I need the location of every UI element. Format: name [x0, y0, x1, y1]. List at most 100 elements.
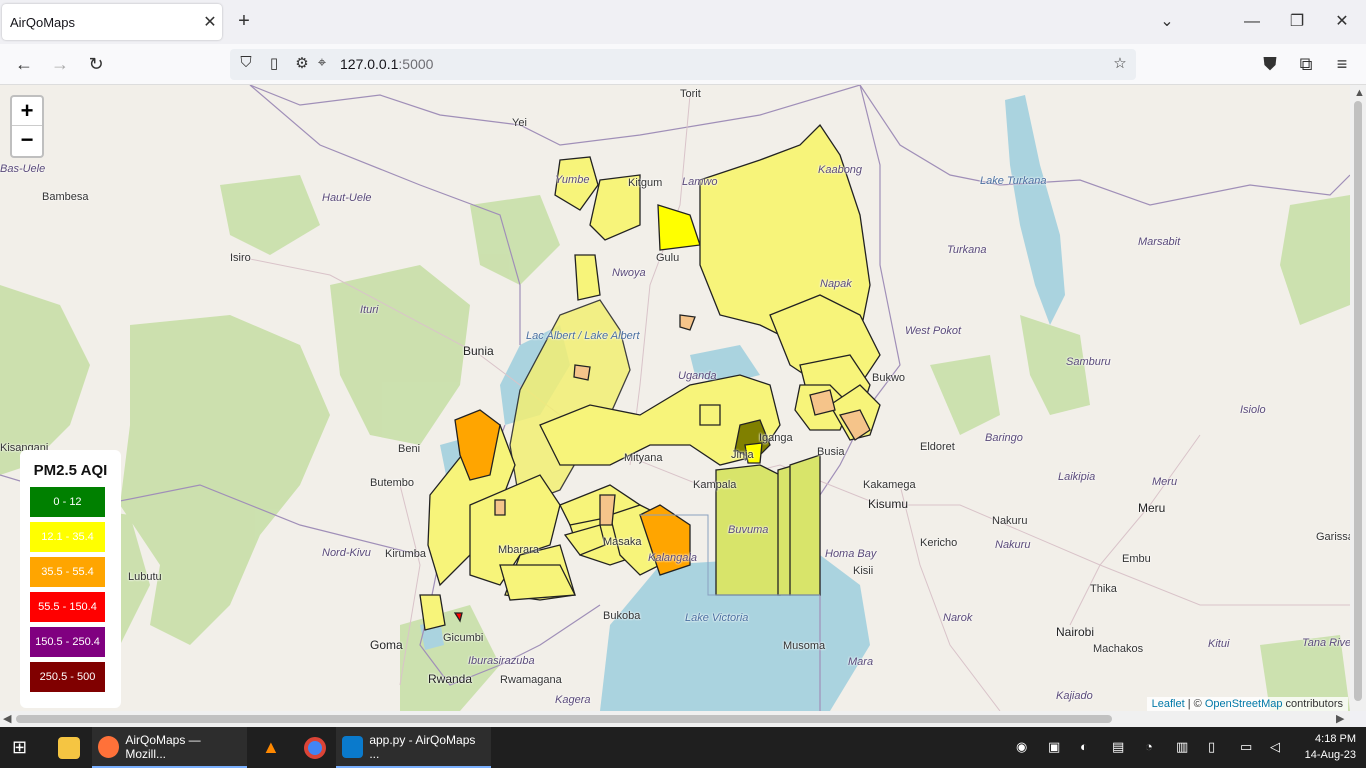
wifi-icon[interactable]: ◔ — [1145, 739, 1153, 754]
battery-icon[interactable]: ▭ — [1240, 739, 1252, 755]
place-label-buvuma: Buvuma — [728, 524, 769, 536]
legend-item: 150.5 - 250.4 — [30, 627, 105, 657]
place-label-ituri: Ituri — [360, 304, 379, 316]
bookmark-star-icon[interactable]: ☆ — [1110, 54, 1130, 72]
district-polygon — [574, 254, 601, 301]
place-label-baringo: Baringo — [985, 432, 1023, 444]
volume-icon[interactable]: ◁ — [1270, 739, 1280, 755]
start-button[interactable]: ⊞ — [6, 727, 33, 768]
place-label-butembo: Butembo — [370, 477, 415, 489]
place-label-nakuru-city: Nakuru — [992, 515, 1028, 527]
legend-item: 250.5 - 500 — [30, 662, 105, 692]
file-explorer-button[interactable] — [52, 727, 86, 768]
restore-icon[interactable]: ❐ — [1285, 10, 1309, 34]
leaflet-link[interactable]: Leaflet — [1152, 698, 1185, 710]
place-label-thika: Thika — [1090, 583, 1117, 595]
place-label-kampala: Kampala — [693, 479, 737, 491]
place-label-bukoba: Bukoba — [603, 610, 641, 622]
place-label-jinja: Jinja — [731, 449, 754, 461]
legend-item: 12.1 - 35.4 — [30, 522, 105, 552]
zoom-control: + − — [10, 95, 44, 158]
legend-item: 0 - 12 — [30, 487, 105, 517]
zoom-in-button[interactable]: + — [12, 97, 42, 126]
vscode-task-label: app.py - AirQoMaps ... — [369, 732, 476, 761]
url-text[interactable]: 127.0.0.1:5000 — [340, 56, 433, 72]
district-polygon — [573, 364, 591, 381]
place-label-musoma: Musoma — [783, 640, 826, 652]
place-label-beni: Beni — [398, 443, 421, 455]
place-label-isiolo: Isiolo — [1240, 404, 1266, 416]
tab-airqomaps[interactable]: AirQoMaps ✕ — [2, 4, 222, 40]
place-label-nakuru: Nakuru — [995, 539, 1031, 551]
url-bar[interactable]: ⛉ ▯ ⚙ ⌖ 127.0.0.1:5000 ☆ — [230, 49, 1136, 80]
location-tray-icon[interactable]: ◉ — [1016, 739, 1027, 755]
place-label-mityana: Mityana — [624, 452, 663, 464]
aqi-legend: PM2.5 AQI 0 - 12 12.1 - 35.4 35.5 - 55.4 55… — [20, 450, 121, 708]
place-label-turkana: Turkana — [947, 244, 987, 256]
place-label-nairobi: Nairobi — [1056, 625, 1095, 639]
firefox-task-label: AirQoMaps — Mozill... — [125, 732, 201, 761]
clock[interactable]: 4:18 PM 14-Aug-23 — [1305, 731, 1356, 763]
taskbar-firefox[interactable]: AirQoMaps — Mozill... — [92, 727, 247, 768]
taskbar: ⊞ AirQoMaps — Mozill... ▲ app.py - AirQo… — [0, 727, 1366, 768]
location-pin-icon[interactable]: ⌖ — [312, 54, 332, 71]
place-label-napak: Napak — [820, 278, 852, 290]
district-polygon — [599, 494, 616, 526]
place-label-gulu: Gulu — [656, 252, 680, 264]
place-label-gicumbi: Gicumbi — [443, 632, 484, 644]
place-label-uganda: Uganda — [678, 370, 717, 382]
horizontal-scroll-thumb[interactable] — [16, 715, 1112, 723]
tab-bar: AirQoMaps ✕ + ⌄ — ❐ ✕ — [0, 0, 1366, 44]
openstreetmap-link[interactable]: OpenStreetMap — [1205, 698, 1283, 710]
place-label-bunia: Bunia — [463, 344, 494, 358]
forward-arrow-icon[interactable]: → — [48, 52, 72, 76]
zoom-out-button[interactable]: − — [12, 126, 42, 155]
minimize-icon[interactable]: — — [1240, 10, 1264, 34]
page-icon: ▯ — [269, 55, 279, 72]
place-label-tana-river: Tana River — [1302, 637, 1350, 649]
place-label-nwoya: Nwoya — [612, 267, 646, 279]
pocket-icon[interactable]: ⛊ — [1258, 52, 1282, 76]
lake-turkana — [1005, 95, 1065, 325]
extensions-icon[interactable]: ⧉ — [1294, 52, 1318, 76]
display-tray-icon[interactable]: ▤ — [1112, 739, 1124, 755]
place-label-yumbe: Yumbe — [555, 174, 590, 186]
place-label-yei: Yei — [512, 117, 527, 129]
horizontal-scrollbar[interactable]: ◀ ▶ — [0, 711, 1350, 727]
permissions-icon[interactable]: ⚙ — [292, 54, 312, 72]
app-tray-icon[interactable]: ▣ — [1048, 739, 1060, 755]
place-label-lake-albert: Lac Albert / Lake Albert — [526, 330, 640, 342]
place-label-masaka: Masaka — [603, 536, 642, 548]
firefox-icon — [98, 735, 120, 758]
edge-tray-icon[interactable]: ◐ — [1080, 739, 1088, 754]
place-label-garissa: Garissa — [1316, 531, 1350, 543]
map[interactable]: Torit Yei Bas-Uele Bambesa Haut-Uele Isiro Yum… — [0, 85, 1350, 711]
scroll-up-icon[interactable]: ▲ — [1354, 87, 1365, 99]
taskbar-chrome[interactable] — [298, 727, 332, 768]
vertical-scroll-thumb[interactable] — [1354, 101, 1362, 701]
notification-tray-icon[interactable]: ▥ — [1176, 739, 1188, 755]
back-arrow-icon[interactable]: ← — [12, 52, 36, 76]
place-label-iburasirazuba: Iburasirazuba — [468, 655, 535, 667]
taskbar-vscode[interactable]: app.py - AirQoMaps ... — [336, 727, 491, 768]
menu-hamburger-icon[interactable]: ≡ — [1330, 52, 1354, 76]
scroll-right-icon[interactable]: ▶ — [1336, 712, 1344, 725]
vertical-scrollbar[interactable]: ▲ — [1350, 85, 1366, 711]
taskbar-vlc[interactable]: ▲ — [256, 727, 286, 768]
place-label-mbarara: Mbarara — [498, 544, 539, 556]
attribution-separator: | © — [1184, 698, 1205, 710]
reload-icon[interactable]: ↻ — [84, 52, 108, 76]
legend-item: 35.5 - 55.4 — [30, 557, 105, 587]
close-window-icon[interactable]: ✕ — [1330, 10, 1354, 34]
tab-close-icon[interactable]: ✕ — [198, 12, 222, 32]
district-polygon — [419, 594, 446, 631]
list-all-tabs-chevron-icon[interactable]: ⌄ — [1155, 10, 1179, 34]
scroll-left-icon[interactable]: ◀ — [3, 712, 11, 725]
place-label-bukwo: Bukwo — [872, 372, 906, 384]
shield-icon[interactable]: ⛉ — [236, 54, 256, 71]
usb-tray-icon[interactable]: ▯ — [1208, 739, 1215, 755]
place-label-kagera: Kagera — [555, 694, 591, 706]
place-label-rwamagana: Rwamagana — [500, 674, 562, 686]
new-tab-plus-icon[interactable]: + — [232, 10, 256, 34]
clock-date: 14-Aug-23 — [1304, 749, 1356, 761]
